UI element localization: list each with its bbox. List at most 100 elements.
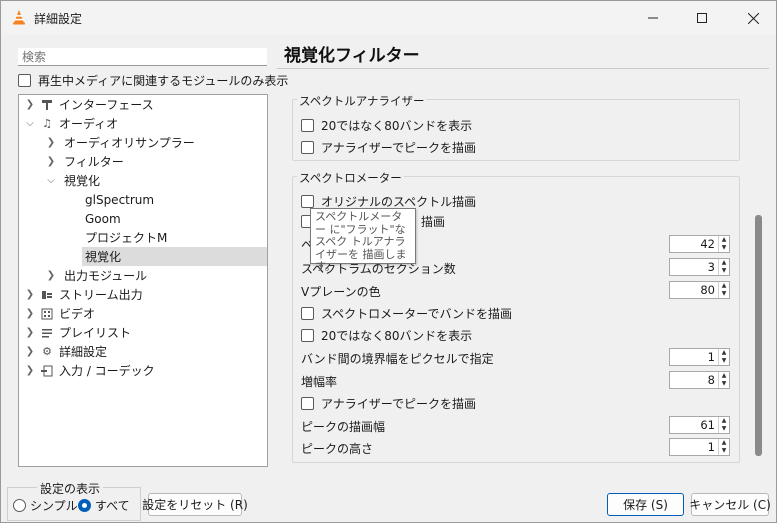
chevron-down-icon[interactable]: ⌵	[23, 118, 37, 129]
meter-peaks-checkbox[interactable]	[301, 397, 314, 410]
chevron-right-icon[interactable]: ❯	[23, 365, 37, 376]
tree-item-audio[interactable]: ⌵ ♫ オーディオ	[23, 114, 118, 133]
scrollbar-thumb[interactable]	[755, 215, 762, 456]
spin-up-icon[interactable]: ▲	[719, 236, 729, 244]
spin-up-icon[interactable]: ▲	[719, 282, 729, 290]
analyzer-80bands-row[interactable]: 20ではなく80バンドを表示	[301, 117, 472, 134]
only-current-checkbox[interactable]	[18, 74, 31, 87]
tree-item-projectm[interactable]: プロジェクトM	[85, 228, 167, 247]
spin-down-icon[interactable]: ▼	[719, 380, 729, 388]
tree-item-audio-resampler[interactable]: ❯ オーディオリサンプラー	[44, 133, 195, 152]
chevron-right-icon[interactable]: ❯	[44, 137, 58, 148]
title-bar: 詳細設定	[1, 1, 776, 35]
tree-item-label: プロジェクトM	[85, 231, 168, 245]
radio-all-label: すべて	[95, 499, 130, 513]
reset-button[interactable]: 設定をリセット (R)	[142, 493, 248, 516]
tree-item-interface[interactable]: ❯ インターフェース	[23, 95, 154, 114]
tree-item-label: 入力 / コーデック	[59, 364, 155, 378]
chevron-down-icon[interactable]: ⌵	[44, 175, 58, 186]
category-tree[interactable]: ❯ インターフェース ⌵ ♫ オーディオ ❯ オーディオリサンプラー ❯ フィル…	[18, 94, 268, 467]
vplane-color-value[interactable]: 80	[670, 282, 718, 298]
bands-value[interactable]: 42	[670, 236, 718, 252]
input-codec-icon	[39, 364, 55, 378]
radio-simple[interactable]: シンプル	[13, 497, 78, 514]
tree-item-glspectrum[interactable]: glSpectrum	[85, 190, 154, 209]
peak-width-spinbox[interactable]: 61 ▲ ▼	[669, 416, 730, 434]
analyzer-peaks-checkbox[interactable]	[301, 141, 314, 154]
analyzer-peaks-row[interactable]: アナライザーでピークを描画	[301, 139, 476, 156]
draw-bands-checkbox[interactable]	[301, 307, 314, 320]
chevron-right-icon[interactable]: ❯	[23, 327, 37, 338]
amp-value[interactable]: 8	[670, 372, 718, 388]
spin-up-icon[interactable]: ▲	[719, 439, 729, 447]
tree-item-label: ビデオ	[59, 307, 96, 321]
radio-all[interactable]: すべて	[78, 497, 130, 514]
spin-down-icon[interactable]: ▼	[719, 447, 729, 455]
spin-down-icon[interactable]: ▼	[719, 244, 729, 252]
spin-down-icon[interactable]: ▼	[719, 357, 729, 365]
band-sep-value[interactable]: 1	[670, 349, 718, 365]
chevron-right-icon[interactable]: ❯	[44, 156, 58, 167]
band-sep-label: バンド間の境界幅をピクセルで指定	[301, 352, 494, 366]
radio-all-circle[interactable]	[78, 499, 91, 512]
original-spectrum-checkbox[interactable]	[301, 195, 314, 208]
radio-simple-circle[interactable]	[13, 499, 26, 512]
draw-bands-label: スペクトロメーターでバンドを描画	[321, 307, 513, 321]
chevron-right-icon[interactable]: ❯	[23, 99, 37, 110]
tree-item-goom[interactable]: Goom	[85, 209, 121, 228]
band-sep-spinbox[interactable]: 1 ▲ ▼	[669, 348, 730, 366]
header-divider	[277, 68, 769, 69]
peak-width-value[interactable]: 61	[670, 417, 718, 433]
tree-item-video[interactable]: ❯ ビデオ	[23, 304, 95, 323]
chevron-right-icon[interactable]: ❯	[23, 346, 37, 357]
spectrum-analyzer-group-label: スペクトルアナライザー	[297, 93, 427, 109]
tree-item-label: Goom	[85, 211, 121, 226]
search-input[interactable]	[18, 48, 267, 66]
amp-spinbox[interactable]: 8 ▲ ▼	[669, 371, 730, 389]
bands-spinbox[interactable]: 42 ▲ ▼	[669, 235, 730, 253]
tree-item-label: 出力モジュール	[64, 269, 148, 283]
chevron-right-icon[interactable]: ❯	[44, 270, 58, 281]
tree-item-output-modules[interactable]: ❯ 出力モジュール	[44, 266, 147, 285]
spin-down-icon[interactable]: ▼	[719, 267, 729, 275]
close-button[interactable]	[730, 1, 776, 35]
spin-down-icon[interactable]: ▼	[719, 290, 729, 298]
spin-down-icon[interactable]: ▼	[719, 425, 729, 433]
chevron-right-icon[interactable]: ❯	[23, 308, 37, 319]
vplane-color-spinbox[interactable]: 80 ▲ ▼	[669, 281, 730, 299]
meter-80bands-checkbox[interactable]	[301, 329, 314, 342]
spin-up-icon[interactable]: ▲	[719, 349, 729, 357]
tree-item-stream-output[interactable]: ❯ ストリーム出力	[23, 285, 143, 304]
peak-height-label: ピークの高さ	[301, 442, 374, 456]
chevron-right-icon[interactable]: ❯	[23, 289, 37, 300]
tree-item-audio-filters[interactable]: ❯ フィルター	[44, 152, 124, 171]
cancel-button[interactable]: キャンセル (C)	[689, 493, 771, 516]
spin-up-icon[interactable]: ▲	[719, 417, 729, 425]
draw-bands-row[interactable]: スペクトロメーターでバンドを描画	[301, 305, 512, 322]
spin-up-icon[interactable]: ▲	[719, 259, 729, 267]
peak-height-value[interactable]: 1	[670, 439, 718, 455]
tree-item-advanced[interactable]: ❯ ⚙ 詳細設定	[23, 342, 107, 361]
meter-peaks-row[interactable]: アナライザーでピークを描画	[301, 395, 476, 412]
playlist-icon	[39, 326, 55, 340]
sections-value[interactable]: 3	[670, 259, 718, 275]
analyzer-80bands-checkbox[interactable]	[301, 119, 314, 132]
maximize-button[interactable]	[679, 1, 725, 35]
only-current-checkbox-row[interactable]: 再生中メディアに関連するモジュールのみ表示	[18, 72, 288, 89]
tree-item-visualization[interactable]: ⌵ 視覚化	[44, 171, 100, 190]
tree-item-label: ストリーム出力	[59, 288, 143, 302]
tree-item-label: オーディオ	[59, 117, 119, 131]
sections-spinbox[interactable]: 3 ▲ ▼	[669, 258, 730, 276]
tree-item-playlist[interactable]: ❯ プレイリスト	[23, 323, 131, 342]
peak-height-spinbox[interactable]: 1 ▲ ▼	[669, 438, 730, 456]
tree-item-input-codecs[interactable]: ❯ 入力 / コーデック	[23, 361, 155, 380]
meter-80bands-row[interactable]: 20ではなく80バンドを表示	[301, 327, 472, 344]
spectrometer-group-label: スペクトロメーター	[297, 170, 404, 186]
minimize-button[interactable]	[630, 1, 676, 35]
tree-item-visualizer-selected[interactable]: 視覚化	[82, 247, 267, 266]
save-button[interactable]: 保存 (S)	[607, 493, 684, 516]
vplane-color-label: Vプレーンの色	[301, 285, 381, 299]
peak-width-label: ピークの描画幅	[301, 420, 386, 434]
vlc-cone-icon	[13, 10, 25, 25]
spin-up-icon[interactable]: ▲	[719, 372, 729, 380]
